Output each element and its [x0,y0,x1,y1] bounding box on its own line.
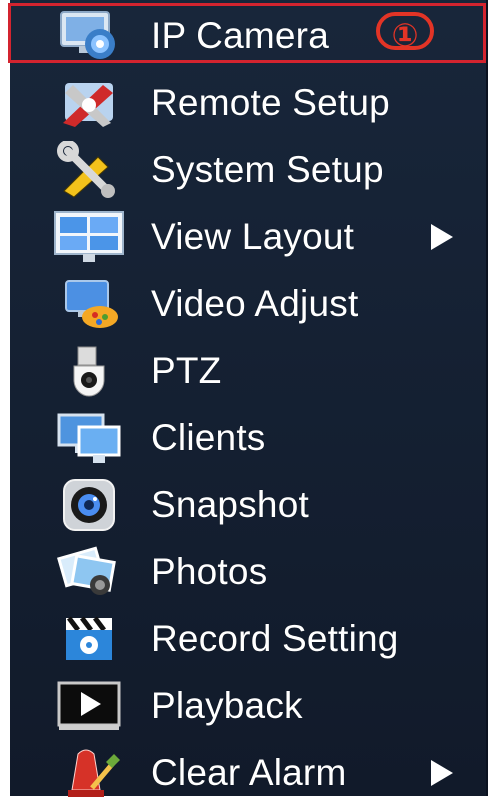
ptz-icon [51,342,127,400]
submenu-arrow-icon [431,759,453,786]
menu-item-label: Snapshot [151,483,309,525]
system-setup-icon [51,140,127,199]
menu-item-video-adjust[interactable]: Video Adjust [10,270,488,337]
menu-item-label: Photos [151,550,268,592]
menu-item-snapshot[interactable]: Snapshot [10,471,488,538]
snapshot-icon [51,476,127,534]
clear-alarm-icon [51,744,127,802]
menu-item-clients[interactable]: Clients [10,404,488,471]
video-adjust-icon [51,275,127,333]
menu-item-playback[interactable]: Playback [10,672,488,739]
menu-item-label: System Setup [151,148,384,190]
photos-icon [51,543,127,601]
menu-item-label: PTZ [151,349,222,391]
record-setting-icon [51,610,127,668]
menu-item-label: View Layout [151,215,355,257]
menu-item-label: Clients [151,416,266,458]
submenu-arrow-icon [431,223,453,250]
menu-item-system-setup[interactable]: System Setup [10,136,488,203]
playback-icon [51,677,127,735]
callout-number: ① [376,12,434,53]
view-layout-icon [51,208,127,266]
menu-item-label: Remote Setup [151,81,390,123]
context-menu: IP Camera Remote Setup System Setup View… [10,0,488,797]
menu-item-label: Record Setting [151,617,399,659]
menu-item-remote-setup[interactable]: Remote Setup [10,69,488,136]
menu-item-record-setting[interactable]: Record Setting [10,605,488,672]
menu-item-photos[interactable]: Photos [10,538,488,605]
menu-item-label: Video Adjust [151,282,359,324]
menu-item-label: Clear Alarm [151,751,347,793]
clients-icon [51,409,127,467]
remote-setup-icon [51,74,127,132]
menu-item-ptz[interactable]: PTZ [10,337,488,404]
menu-item-view-layout[interactable]: View Layout [10,203,488,270]
menu-item-label: Playback [151,684,303,726]
